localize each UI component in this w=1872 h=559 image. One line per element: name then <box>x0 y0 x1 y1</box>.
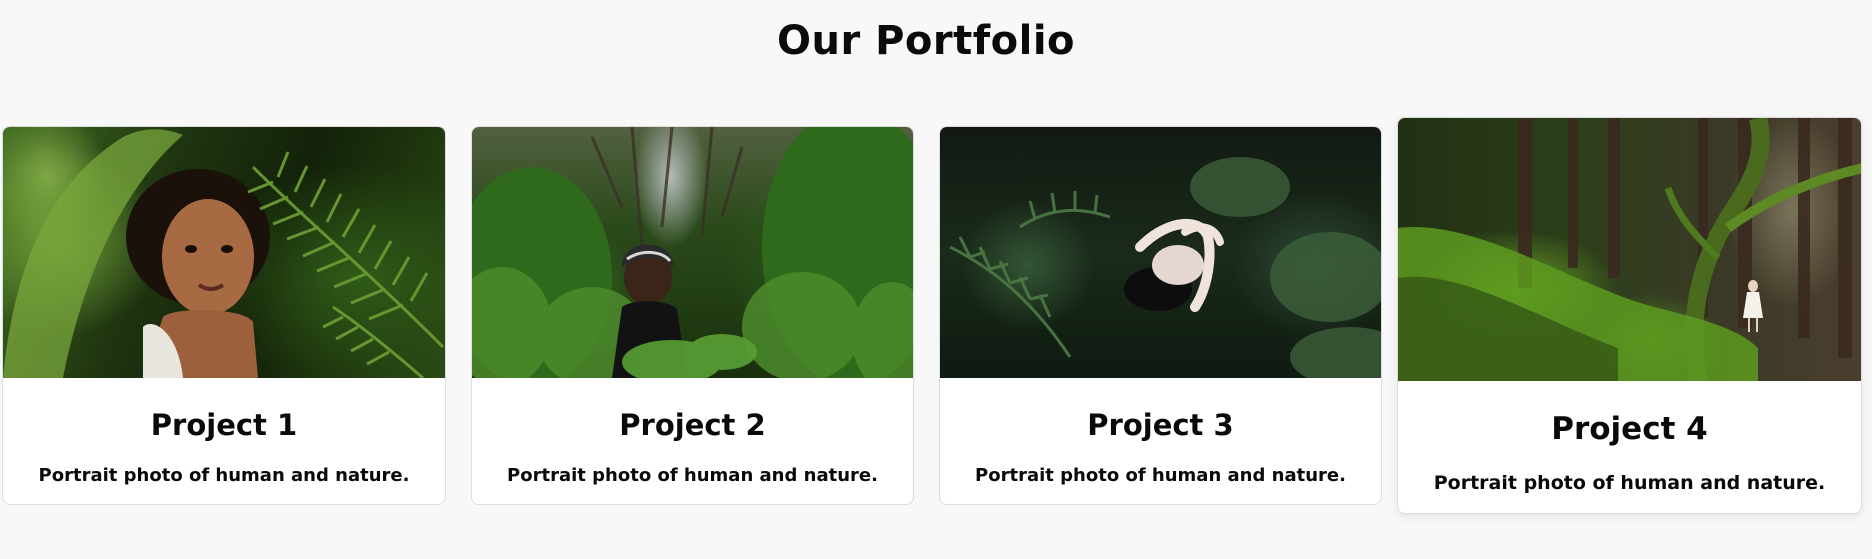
section-title: Our Portfolio <box>776 18 1076 64</box>
project-3-description: Portrait photo of human and nature. <box>975 465 1346 486</box>
project-card-3[interactable]: Project 3 Portrait photo of human and na… <box>939 126 1382 505</box>
project-3-photo <box>940 127 1381 378</box>
project-4-description: Portrait photo of human and nature. <box>1433 472 1826 494</box>
project-2-photo <box>472 127 913 378</box>
portfolio-section: Our Portfolio Project 1 Portrait photo o… <box>0 0 1872 559</box>
project-4-title: Project 4 <box>1551 411 1708 447</box>
project-card-2[interactable]: Project 2 Portrait photo of human and na… <box>471 126 914 505</box>
project-3-title: Project 3 <box>1087 408 1234 442</box>
project-1-photo <box>3 127 445 378</box>
project-2-title: Project 2 <box>619 408 766 442</box>
project-card-1[interactable]: Project 1 Portrait photo of human and na… <box>2 126 446 505</box>
project-1-title: Project 1 <box>150 408 298 442</box>
project-1-description: Portrait photo of human and nature. <box>38 465 410 486</box>
project-card-4[interactable]: Project 4 Portrait photo of human and na… <box>1397 117 1862 514</box>
project-4-photo <box>1398 118 1861 381</box>
project-2-description: Portrait photo of human and nature. <box>507 465 878 486</box>
